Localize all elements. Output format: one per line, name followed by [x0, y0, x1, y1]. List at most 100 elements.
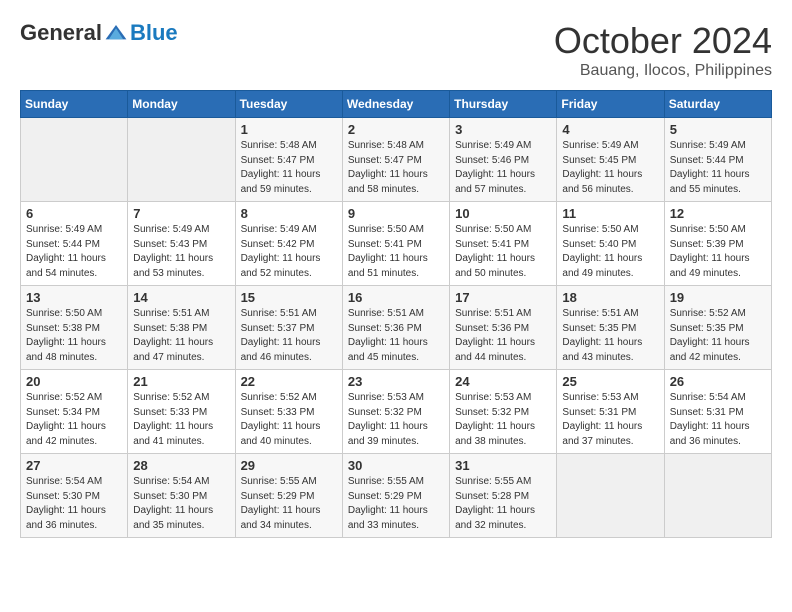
day-cell [128, 118, 235, 202]
week-row-3: 13 Sunrise: 5:50 AMSunset: 5:38 PMDayligh… [21, 286, 772, 370]
day-info: Sunrise: 5:52 AMSunset: 5:33 PMDaylight:… [241, 391, 337, 449]
day-cell: 4 Sunrise: 5:49 AMSunset: 5:45 PMDaylight… [557, 118, 664, 202]
day-cell: 23Sunrise: 5:53 AMSunset: 5:32 PMDayligh… [342, 370, 449, 454]
logo-general-text: General [20, 20, 102, 46]
day-info: Sunrise: 5:49 AMSunset: 5:46 PMDaylight:… [455, 139, 551, 197]
day-number: 3 [455, 122, 551, 137]
day-cell: 30Sunrise: 5:55 AMSunset: 5:29 PMDayligh… [342, 454, 449, 538]
day-info: Sunrise: 5:52 AMSunset: 5:35 PMDaylight:… [670, 307, 766, 365]
day-cell: 10 Sunrise: 5:50 AMSunset: 5:41 PMDayligh… [450, 202, 557, 286]
day-cell [664, 454, 771, 538]
day-info: Sunrise: 5:55 AMSunset: 5:28 PMDaylight:… [455, 475, 551, 533]
header-cell-sunday: Sunday [21, 91, 128, 118]
header-cell-thursday: Thursday [450, 91, 557, 118]
header-cell-saturday: Saturday [664, 91, 771, 118]
month-title: October 2024 [554, 20, 772, 62]
day-number: 12 [670, 206, 766, 221]
day-info: Sunrise: 5:54 AMSunset: 5:31 PMDaylight:… [670, 391, 766, 449]
day-cell: 12 Sunrise: 5:50 AMSunset: 5:39 PMDayligh… [664, 202, 771, 286]
day-info: Sunrise: 5:54 AMSunset: 5:30 PMDaylight:… [26, 475, 122, 533]
day-cell: 27 Sunrise: 5:54 AMSunset: 5:30 PMDayligh… [21, 454, 128, 538]
header-cell-friday: Friday [557, 91, 664, 118]
calendar-table: SundayMondayTuesdayWednesdayThursdayFrid… [20, 90, 772, 538]
day-info: Sunrise: 5:53 AMSunset: 5:31 PMDaylight:… [562, 391, 658, 449]
day-info: Sunrise: 5:50 AMSunset: 5:41 PMDaylight:… [455, 223, 551, 281]
day-number: 29 [241, 458, 337, 473]
day-number: 4 [562, 122, 658, 137]
day-number: 26 [670, 374, 766, 389]
day-number: 27 [26, 458, 122, 473]
day-number: 15 [241, 290, 337, 305]
day-cell: 16 Sunrise: 5:51 AMSunset: 5:36 PMDayligh… [342, 286, 449, 370]
day-cell: 9Sunrise: 5:50 AMSunset: 5:41 PMDaylight… [342, 202, 449, 286]
day-info: Sunrise: 5:48 AMSunset: 5:47 PMDaylight:… [348, 139, 444, 197]
day-cell: 26 Sunrise: 5:54 AMSunset: 5:31 PMDayligh… [664, 370, 771, 454]
week-row-4: 20Sunrise: 5:52 AMSunset: 5:34 PMDayligh… [21, 370, 772, 454]
day-number: 22 [241, 374, 337, 389]
day-info: Sunrise: 5:50 AMSunset: 5:41 PMDaylight:… [348, 223, 444, 281]
day-cell: 31Sunrise: 5:55 AMSunset: 5:28 PMDayligh… [450, 454, 557, 538]
day-info: Sunrise: 5:51 AMSunset: 5:36 PMDaylight:… [455, 307, 551, 365]
calendar-body: 1 Sunrise: 5:48 AMSunset: 5:47 PMDaylight… [21, 118, 772, 538]
day-number: 19 [670, 290, 766, 305]
day-info: Sunrise: 5:49 AMSunset: 5:45 PMDaylight:… [562, 139, 658, 197]
day-number: 17 [455, 290, 551, 305]
day-number: 1 [241, 122, 337, 137]
day-info: Sunrise: 5:51 AMSunset: 5:36 PMDaylight:… [348, 307, 444, 365]
day-number: 7 [133, 206, 229, 221]
header-cell-wednesday: Wednesday [342, 91, 449, 118]
day-cell: 6 Sunrise: 5:49 AMSunset: 5:44 PMDaylight… [21, 202, 128, 286]
day-info: Sunrise: 5:55 AMSunset: 5:29 PMDaylight:… [241, 475, 337, 533]
day-info: Sunrise: 5:52 AMSunset: 5:33 PMDaylight:… [133, 391, 229, 449]
day-info: Sunrise: 5:55 AMSunset: 5:29 PMDaylight:… [348, 475, 444, 533]
day-number: 8 [241, 206, 337, 221]
logo: General Blue [20, 20, 178, 46]
header-cell-tuesday: Tuesday [235, 91, 342, 118]
day-info: Sunrise: 5:54 AMSunset: 5:30 PMDaylight:… [133, 475, 229, 533]
header-row: SundayMondayTuesdayWednesdayThursdayFrid… [21, 91, 772, 118]
day-number: 25 [562, 374, 658, 389]
day-cell: 2 Sunrise: 5:48 AMSunset: 5:47 PMDaylight… [342, 118, 449, 202]
day-info: Sunrise: 5:49 AMSunset: 5:44 PMDaylight:… [26, 223, 122, 281]
day-cell: 14 Sunrise: 5:51 AMSunset: 5:38 PMDayligh… [128, 286, 235, 370]
day-cell: 18Sunrise: 5:51 AMSunset: 5:35 PMDayligh… [557, 286, 664, 370]
day-cell: 5Sunrise: 5:49 AMSunset: 5:44 PMDaylight… [664, 118, 771, 202]
day-number: 10 [455, 206, 551, 221]
day-cell: 25 Sunrise: 5:53 AMSunset: 5:31 PMDayligh… [557, 370, 664, 454]
day-number: 6 [26, 206, 122, 221]
logo-icon [104, 23, 128, 43]
day-number: 14 [133, 290, 229, 305]
day-number: 13 [26, 290, 122, 305]
day-cell: 1 Sunrise: 5:48 AMSunset: 5:47 PMDaylight… [235, 118, 342, 202]
title-block: October 2024 Bauang, Ilocos, Philippines [554, 20, 772, 80]
day-info: Sunrise: 5:49 AMSunset: 5:43 PMDaylight:… [133, 223, 229, 281]
location-title: Bauang, Ilocos, Philippines [554, 62, 772, 80]
day-cell: 8Sunrise: 5:49 AMSunset: 5:42 PMDaylight… [235, 202, 342, 286]
day-cell: 19 Sunrise: 5:52 AMSunset: 5:35 PMDayligh… [664, 286, 771, 370]
week-row-2: 6 Sunrise: 5:49 AMSunset: 5:44 PMDaylight… [21, 202, 772, 286]
calendar-header: SundayMondayTuesdayWednesdayThursdayFrid… [21, 91, 772, 118]
day-info: Sunrise: 5:49 AMSunset: 5:44 PMDaylight:… [670, 139, 766, 197]
day-info: Sunrise: 5:48 AMSunset: 5:47 PMDaylight:… [241, 139, 337, 197]
day-cell: 3 Sunrise: 5:49 AMSunset: 5:46 PMDaylight… [450, 118, 557, 202]
day-number: 2 [348, 122, 444, 137]
day-cell: 20Sunrise: 5:52 AMSunset: 5:34 PMDayligh… [21, 370, 128, 454]
day-cell: 13 Sunrise: 5:50 AMSunset: 5:38 PMDayligh… [21, 286, 128, 370]
day-cell: 21Sunrise: 5:52 AMSunset: 5:33 PMDayligh… [128, 370, 235, 454]
day-info: Sunrise: 5:50 AMSunset: 5:38 PMDaylight:… [26, 307, 122, 365]
day-number: 16 [348, 290, 444, 305]
day-cell: 15 Sunrise: 5:51 AMSunset: 5:37 PMDayligh… [235, 286, 342, 370]
page-header: General Blue October 2024 Bauang, Ilocos… [20, 20, 772, 80]
day-info: Sunrise: 5:51 AMSunset: 5:38 PMDaylight:… [133, 307, 229, 365]
week-row-5: 27 Sunrise: 5:54 AMSunset: 5:30 PMDayligh… [21, 454, 772, 538]
day-cell [21, 118, 128, 202]
day-info: Sunrise: 5:50 AMSunset: 5:39 PMDaylight:… [670, 223, 766, 281]
header-cell-monday: Monday [128, 91, 235, 118]
day-info: Sunrise: 5:51 AMSunset: 5:37 PMDaylight:… [241, 307, 337, 365]
day-number: 24 [455, 374, 551, 389]
day-info: Sunrise: 5:50 AMSunset: 5:40 PMDaylight:… [562, 223, 658, 281]
day-cell: 29 Sunrise: 5:55 AMSunset: 5:29 PMDayligh… [235, 454, 342, 538]
day-cell [557, 454, 664, 538]
week-row-1: 1 Sunrise: 5:48 AMSunset: 5:47 PMDaylight… [21, 118, 772, 202]
day-cell: 11Sunrise: 5:50 AMSunset: 5:40 PMDayligh… [557, 202, 664, 286]
